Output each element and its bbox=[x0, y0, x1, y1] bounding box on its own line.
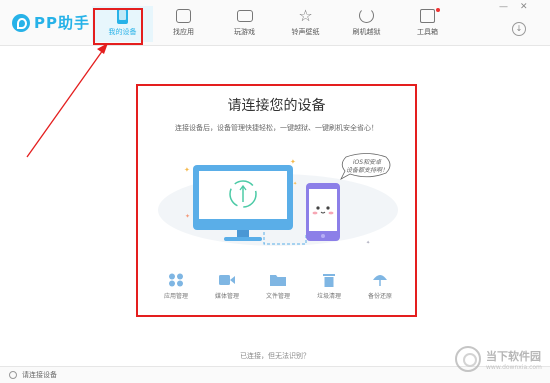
svg-text:✦: ✦ bbox=[185, 213, 190, 220]
tool-label: 备份还原 bbox=[367, 293, 392, 300]
svg-text:✦: ✦ bbox=[293, 181, 297, 187]
watermark-logo-icon bbox=[455, 346, 481, 372]
watermark-url: www.downxia.com bbox=[486, 363, 542, 371]
watermark-title: 当下软件园 bbox=[486, 349, 541, 363]
folder-icon bbox=[270, 275, 286, 286]
feature-list: 应用管理 媒体管理 文件管理 垃圾清理 备份还原 bbox=[152, 273, 404, 300]
svg-text:✦: ✦ bbox=[366, 240, 370, 246]
tool-label: 媒体管理 bbox=[214, 293, 239, 300]
tool-label: 垃圾清理 bbox=[316, 293, 341, 300]
tool-app-management[interactable]: 应用管理 bbox=[152, 273, 200, 300]
tool-media-management[interactable]: 媒体管理 bbox=[203, 273, 251, 300]
status-text: 请连接设备 bbox=[22, 371, 57, 379]
bubble-line: iOS和安卓 bbox=[352, 159, 382, 166]
umbrella-icon bbox=[373, 275, 387, 286]
tool-backup-restore[interactable]: 备份还原 bbox=[356, 273, 404, 300]
device-status-icon bbox=[9, 371, 17, 379]
tool-label: 文件管理 bbox=[265, 293, 290, 300]
tool-file-management[interactable]: 文件管理 bbox=[254, 273, 302, 300]
tool-junk-cleanup[interactable]: 垃圾清理 bbox=[305, 273, 353, 300]
watermark: 当下软件园 www.downxia.com bbox=[455, 346, 542, 372]
speech-bubble: iOS和安卓 设备都支持啊！ bbox=[344, 159, 390, 175]
bubble-line: 设备都支持啊！ bbox=[345, 167, 388, 174]
tool-label: 应用管理 bbox=[163, 293, 188, 300]
svg-text:✦: ✦ bbox=[184, 166, 190, 174]
svg-text:✦: ✦ bbox=[290, 158, 296, 166]
video-icon bbox=[219, 275, 235, 285]
apps-icon bbox=[169, 273, 183, 287]
trash-icon bbox=[323, 274, 335, 287]
connect-device-panel: 请连接您的设备 连接设备后，设备管理快捷轻松，一键越狱、一键刷机安全省心！ ✦ … bbox=[136, 84, 417, 317]
